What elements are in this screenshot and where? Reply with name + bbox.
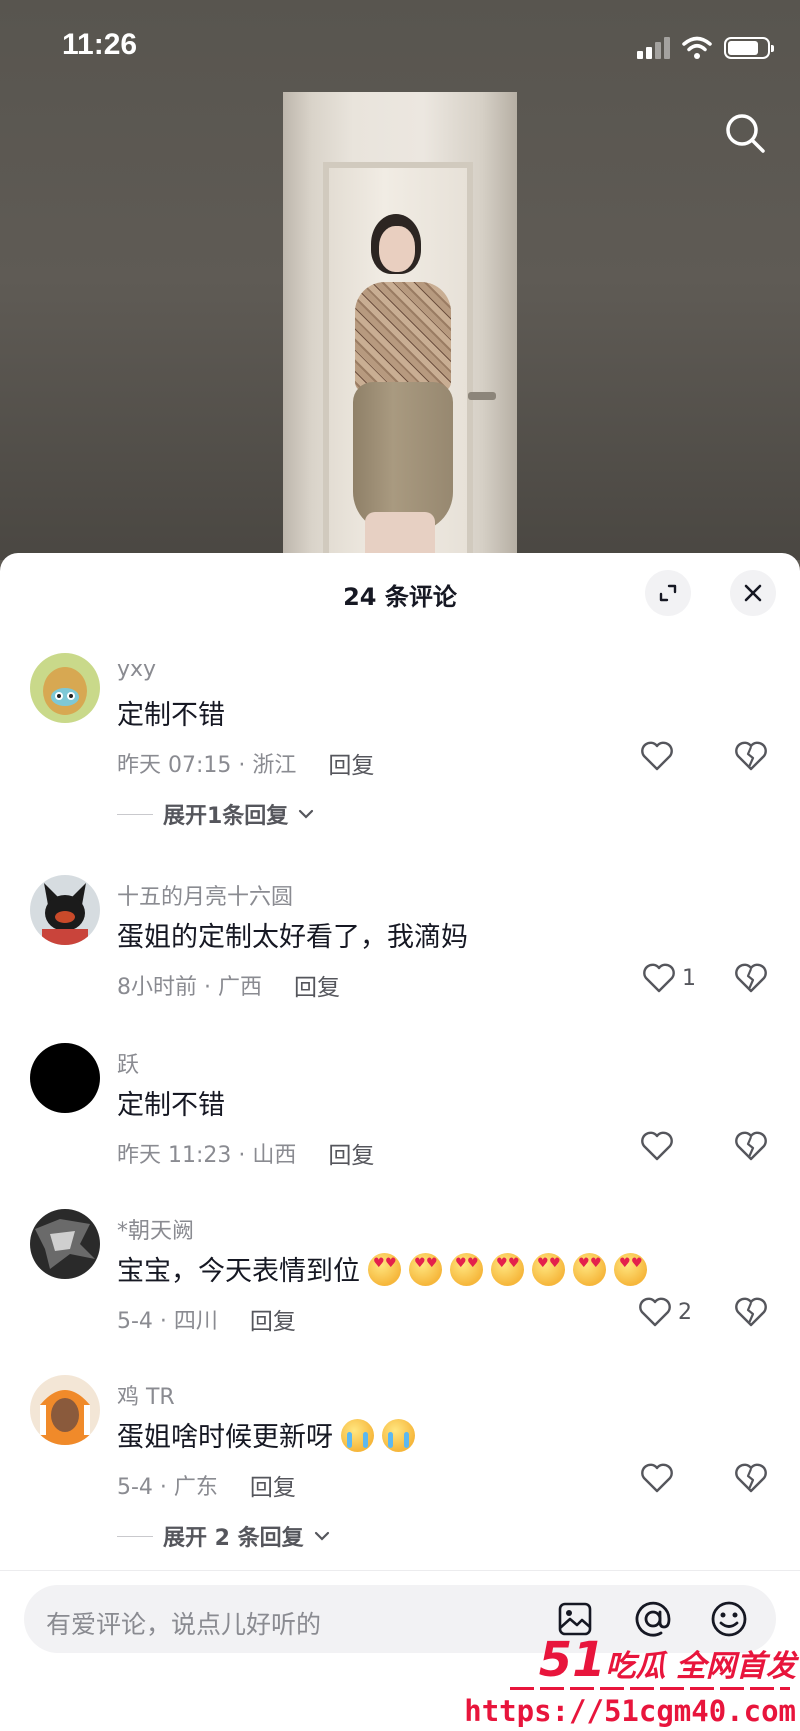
- comment-meta: 昨天 07:15 · 浙江 回复: [117, 746, 374, 780]
- comment-text-content: 宝宝，今天表情到位: [117, 1256, 360, 1287]
- avatar[interactable]: [30, 1209, 100, 1279]
- close-icon: [744, 584, 762, 602]
- status-time: 11:26: [62, 28, 138, 61]
- search-button[interactable]: [720, 108, 770, 158]
- comment-username[interactable]: 跃: [117, 1047, 139, 1079]
- input-divider: [0, 1570, 800, 1571]
- heart-eyes-emoji-icon: [491, 1253, 524, 1286]
- avatar[interactable]: [30, 653, 100, 723]
- video-frame[interactable]: [283, 92, 517, 560]
- comment-text-content: 蛋姐啥时候更新呀: [117, 1422, 333, 1453]
- comment-text: 宝宝，今天表情到位: [117, 1249, 647, 1288]
- reply-button[interactable]: 回复: [328, 746, 374, 780]
- like-button[interactable]: 1: [642, 963, 696, 993]
- heart-icon: [639, 1297, 671, 1327]
- status-bar: 11:26: [0, 0, 800, 90]
- dislike-button[interactable]: [734, 963, 768, 997]
- chevron-down-icon: [299, 809, 314, 819]
- expand-sheet-button[interactable]: [645, 570, 691, 616]
- sheet-header: 24 条评论: [0, 553, 800, 631]
- heart-eyes-emoji-icon: [368, 1253, 401, 1286]
- comment-text: 蛋姐啥时候更新呀: [117, 1415, 415, 1454]
- comment-text: 定制不错: [117, 700, 225, 731]
- video-player[interactable]: 11:26: [0, 0, 800, 560]
- signal-icon: [637, 37, 670, 59]
- watermark-brand-text: 吃瓜 全网首发: [605, 1649, 796, 1684]
- video-figure-top: [355, 282, 451, 392]
- avatar[interactable]: [30, 1375, 100, 1445]
- heart-icon: [643, 963, 675, 993]
- broken-heart-icon: [735, 963, 767, 993]
- search-icon: [726, 114, 765, 153]
- heart-icon: [641, 1463, 673, 1493]
- comment-meta: 5-4 · 四川 回复: [117, 1302, 296, 1336]
- like-button[interactable]: [640, 1463, 680, 1493]
- watermark: 51吃瓜 全网首发 https://51cgm40.com: [464, 1632, 800, 1731]
- expand-icon: [659, 584, 677, 602]
- broken-heart-icon: [735, 1131, 767, 1161]
- broken-heart-icon: [735, 1463, 767, 1493]
- expand-replies-button[interactable]: 展开 2 条回复: [117, 1520, 330, 1552]
- wifi-icon: [682, 36, 712, 59]
- video-figure-face: [379, 226, 415, 272]
- reply-button[interactable]: 回复: [250, 1302, 296, 1336]
- dislike-button[interactable]: [734, 1463, 768, 1497]
- broken-heart-icon: [735, 741, 767, 771]
- battery-icon: [724, 37, 774, 59]
- reply-button[interactable]: 回复: [250, 1468, 296, 1502]
- like-button[interactable]: 2: [638, 1297, 692, 1327]
- like-count: 2: [678, 1299, 692, 1325]
- watermark-url: https://51cgm40.com: [464, 1694, 796, 1728]
- comment-meta: 8小时前 · 广西 回复: [117, 968, 340, 1002]
- like-count: 1: [682, 965, 696, 991]
- heart-eyes-emoji-icon: [614, 1253, 647, 1286]
- status-icons: [637, 34, 774, 62]
- heart-icon: [641, 741, 673, 771]
- comment-meta: 5-4 · 广东 回复: [117, 1468, 296, 1502]
- watermark-brand: 51吃瓜 全网首发: [539, 1632, 796, 1688]
- broken-heart-icon: [735, 1297, 767, 1327]
- comment-username[interactable]: 十五的月亮十六圆: [117, 879, 293, 911]
- comment-text: 定制不错: [117, 1090, 225, 1121]
- reply-button[interactable]: 回复: [294, 968, 340, 1002]
- avatar[interactable]: [30, 1043, 100, 1113]
- heart-eyes-emoji-icon: [573, 1253, 606, 1286]
- expand-replies-button[interactable]: 展开1条回复: [117, 798, 314, 830]
- dislike-button[interactable]: [734, 1297, 768, 1331]
- comment-input-placeholder: 有爱评论，说点儿好听的: [46, 1610, 322, 1639]
- avatar[interactable]: [30, 875, 100, 945]
- comment-meta: 昨天 11:23 · 山西 回复: [117, 1136, 374, 1170]
- video-figure-skirt: [353, 382, 453, 532]
- dislike-button[interactable]: [734, 741, 768, 775]
- chevron-down-icon: [314, 1531, 329, 1541]
- comment-username[interactable]: 鸡 TR: [117, 1379, 175, 1411]
- crying-emoji-icon: [341, 1419, 374, 1452]
- crying-emoji-icon: [382, 1419, 415, 1452]
- expand-divider: [117, 1535, 153, 1537]
- heart-icon: [641, 1131, 673, 1161]
- comment-time-location: 8小时前 · 广西: [117, 975, 262, 1000]
- reply-button[interactable]: 回复: [328, 1136, 374, 1170]
- comment-time-location: 5-4 · 广东: [117, 1475, 218, 1500]
- dislike-button[interactable]: [734, 1131, 768, 1165]
- video-door-handle: [468, 392, 496, 400]
- expand-divider: [117, 813, 153, 815]
- heart-eyes-emoji-icon: [450, 1253, 483, 1286]
- heart-eyes-emoji-icon: [409, 1253, 442, 1286]
- like-button[interactable]: [640, 1131, 680, 1161]
- comments-sheet: 24 条评论 yxy 定制不错 昨天 07:15 · 浙江 回复 展开1条回复 …: [0, 553, 800, 1731]
- comment-time-location: 昨天 11:23 · 山西: [117, 1143, 297, 1168]
- comment-username[interactable]: yxy: [117, 657, 156, 682]
- like-button[interactable]: [640, 741, 680, 771]
- expand-replies-label: 展开 2 条回复: [163, 1526, 304, 1551]
- watermark-divider: [510, 1687, 790, 1690]
- heart-eyes-emoji-icon: [532, 1253, 565, 1286]
- close-sheet-button[interactable]: [730, 570, 776, 616]
- comment-time-location: 5-4 · 四川: [117, 1309, 218, 1334]
- watermark-number: 51: [538, 1632, 606, 1688]
- comment-text: 蛋姐的定制太好看了，我滴妈: [117, 922, 468, 953]
- expand-replies-label: 展开1条回复: [163, 804, 289, 829]
- comment-username[interactable]: *朝天阙: [117, 1213, 194, 1245]
- comment-time-location: 昨天 07:15 · 浙江: [117, 753, 297, 778]
